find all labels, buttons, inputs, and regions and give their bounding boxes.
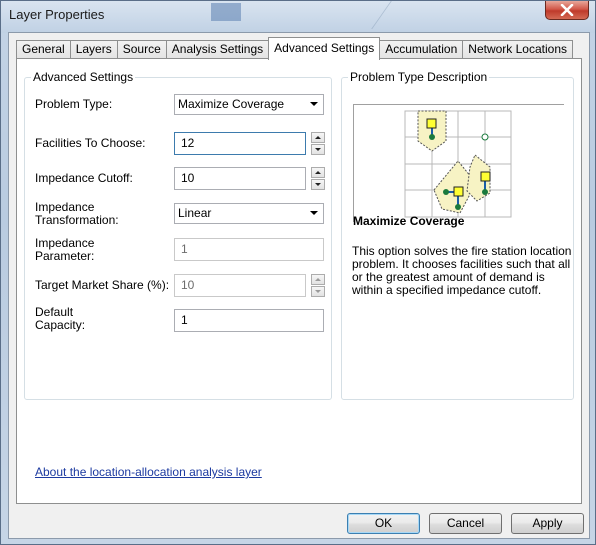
background-glimpse — [211, 3, 241, 21]
spin-down-icon[interactable] — [311, 179, 325, 190]
close-icon — [560, 4, 574, 16]
advanced-settings-group: Advanced Settings Problem Type: Maximize… — [24, 70, 332, 400]
tab-analysis-settings[interactable]: Analysis Settings — [165, 40, 270, 59]
impedance-parameter-label: Impedance Parameter: — [35, 236, 95, 263]
problem-type-value: Maximize Coverage — [178, 97, 285, 111]
target-market-share-spinner[interactable] — [311, 274, 325, 297]
demand-point — [482, 189, 488, 195]
impedance-cutoff-label: Impedance Cutoff: — [35, 171, 133, 185]
spin-up-icon[interactable] — [311, 132, 325, 143]
help-link[interactable]: About the location-allocation analysis l… — [35, 465, 262, 479]
tab-strip: General Layers Source Analysis Settings … — [16, 37, 573, 60]
maximize-coverage-illustration — [404, 110, 512, 218]
spin-up-icon[interactable] — [311, 167, 325, 178]
target-market-share-input[interactable]: 10 — [174, 274, 306, 297]
tab-general[interactable]: General — [16, 40, 71, 59]
facilities-spinner[interactable] — [311, 132, 325, 155]
facility-marker — [480, 171, 491, 182]
problem-type-label: Problem Type: — [35, 97, 113, 111]
cancel-button[interactable]: Cancel — [429, 513, 502, 534]
chevron-down-icon — [310, 102, 318, 106]
apply-button[interactable]: Apply — [511, 513, 584, 534]
window-title: Layer Properties — [9, 7, 105, 22]
demand-point — [455, 204, 461, 210]
default-capacity-label: Default Capacity: — [35, 305, 86, 332]
chevron-down-icon — [310, 211, 318, 215]
impedance-transformation-dropdown[interactable]: Linear — [174, 203, 324, 224]
facility-marker — [453, 186, 464, 197]
problem-type-description-title: Problem Type Description — [348, 70, 490, 84]
problem-type-dropdown[interactable]: Maximize Coverage — [174, 94, 324, 115]
dialog-window: Layer Properties General Layers Source A… — [0, 0, 596, 545]
tab-panel: Advanced Settings Problem Type: Maximize… — [16, 58, 582, 504]
demand-point — [429, 134, 435, 140]
target-market-share-label: Target Market Share (%): — [35, 278, 170, 292]
problem-type-text: This option solves the fire station loca… — [352, 244, 572, 297]
tab-advanced-settings[interactable]: Advanced Settings — [268, 37, 381, 60]
demand-point — [443, 189, 449, 195]
tab-layers[interactable]: Layers — [69, 40, 118, 59]
dialog-body: General Layers Source Analysis Settings … — [8, 32, 590, 539]
background-glimpse-line — [371, 1, 481, 29]
ok-button[interactable]: OK — [347, 513, 420, 534]
tab-accumulation[interactable]: Accumulation — [379, 40, 464, 59]
spin-up-icon[interactable] — [311, 274, 325, 285]
facility-marker — [426, 118, 437, 129]
default-capacity-input[interactable]: 1 — [174, 309, 324, 332]
spin-down-icon[interactable] — [311, 144, 325, 155]
spin-down-icon[interactable] — [311, 286, 325, 297]
impedance-parameter-input[interactable]: 1 — [174, 238, 324, 261]
title-bar[interactable]: Layer Properties — [1, 1, 595, 33]
problem-type-description-group: Problem Type Description Maximize Covera… — [341, 70, 574, 400]
close-button[interactable] — [545, 1, 589, 20]
impedance-transformation-value: Linear — [178, 206, 212, 220]
advanced-settings-title: Advanced Settings — [31, 70, 136, 84]
uncovered-demand-point — [481, 133, 489, 141]
facilities-label: Facilities To Choose: — [35, 136, 146, 150]
impedance-transformation-label: Impedance Transformation: — [35, 200, 119, 227]
problem-type-diagram — [353, 104, 564, 222]
tab-network-locations[interactable]: Network Locations — [462, 40, 573, 59]
impedance-cutoff-spinner[interactable] — [311, 167, 325, 190]
tab-source[interactable]: Source — [116, 40, 167, 59]
problem-type-heading: Maximize Coverage — [353, 214, 465, 228]
facilities-input[interactable]: 12 — [174, 132, 306, 155]
impedance-cutoff-input[interactable]: 10 — [174, 167, 306, 190]
